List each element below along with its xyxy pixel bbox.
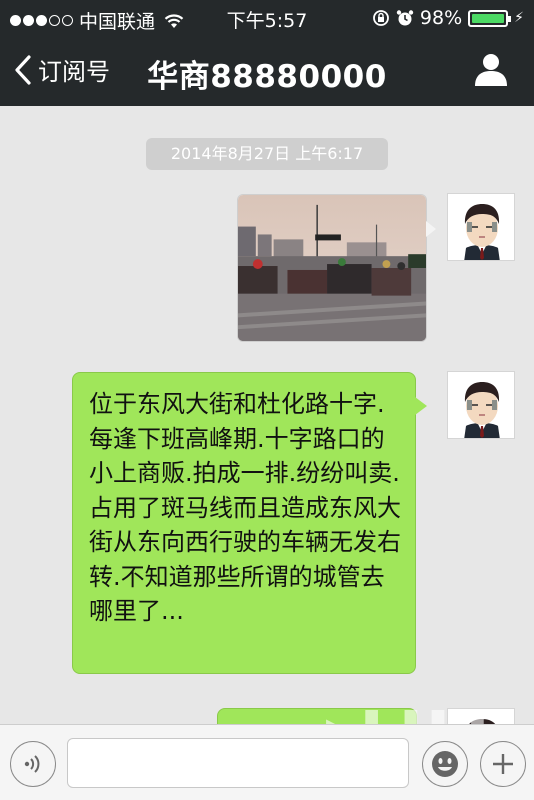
watermark-logo: ▶ ▚▞ ▙▟ — [326, 710, 485, 724]
image-bubble-tail — [426, 221, 436, 237]
status-right: 98% ⚡ — [372, 7, 524, 29]
text-message-bubble[interactable]: 位于东风大街和杜化路十字.每逢下班高峰期.十字路口的小上商贩.拍成一排.纷纷叫卖… — [72, 372, 416, 674]
avatar[interactable] — [447, 371, 515, 439]
image-message[interactable] — [237, 194, 427, 342]
input-bar — [0, 724, 534, 800]
cartoon-face-icon — [448, 194, 514, 260]
profile-icon[interactable] — [474, 52, 508, 86]
cartoon-face-icon — [448, 372, 514, 438]
chat-title: 华商88880000 — [147, 59, 387, 95]
nav-bar: 订阅号 华商88880000 — [0, 36, 534, 106]
street-photo — [238, 195, 426, 341]
text-bubble-tail — [415, 397, 427, 415]
emoji-button[interactable] — [422, 741, 468, 787]
charging-icon: ⚡ — [514, 10, 524, 26]
more-button[interactable] — [480, 741, 526, 787]
message-text: 位于东风大街和杜化路十字.每逢下班高峰期.十字路口的小上商贩.拍成一排.纷纷叫卖… — [89, 390, 401, 625]
voice-button[interactable] — [10, 741, 56, 787]
battery-icon — [468, 9, 512, 27]
rotation-lock-icon — [373, 10, 389, 26]
voice-icon — [24, 755, 40, 773]
avatar[interactable] — [447, 193, 515, 261]
message-timestamp: 2014年8月27日 上午6:17 — [146, 138, 388, 170]
message-input[interactable] — [67, 738, 409, 788]
battery-percent: 98% — [419, 7, 463, 29]
alarm-icon — [396, 10, 414, 26]
status-bar: 中国联通 下午5:57 98% ⚡ — [0, 0, 534, 36]
chat-area[interactable]: 2014年8月27日 上午6:17 位于东风大街和杜化路十字.每逢下班高峰期.十… — [0, 106, 534, 724]
smiley-icon — [432, 751, 458, 777]
plus-icon — [493, 754, 513, 774]
